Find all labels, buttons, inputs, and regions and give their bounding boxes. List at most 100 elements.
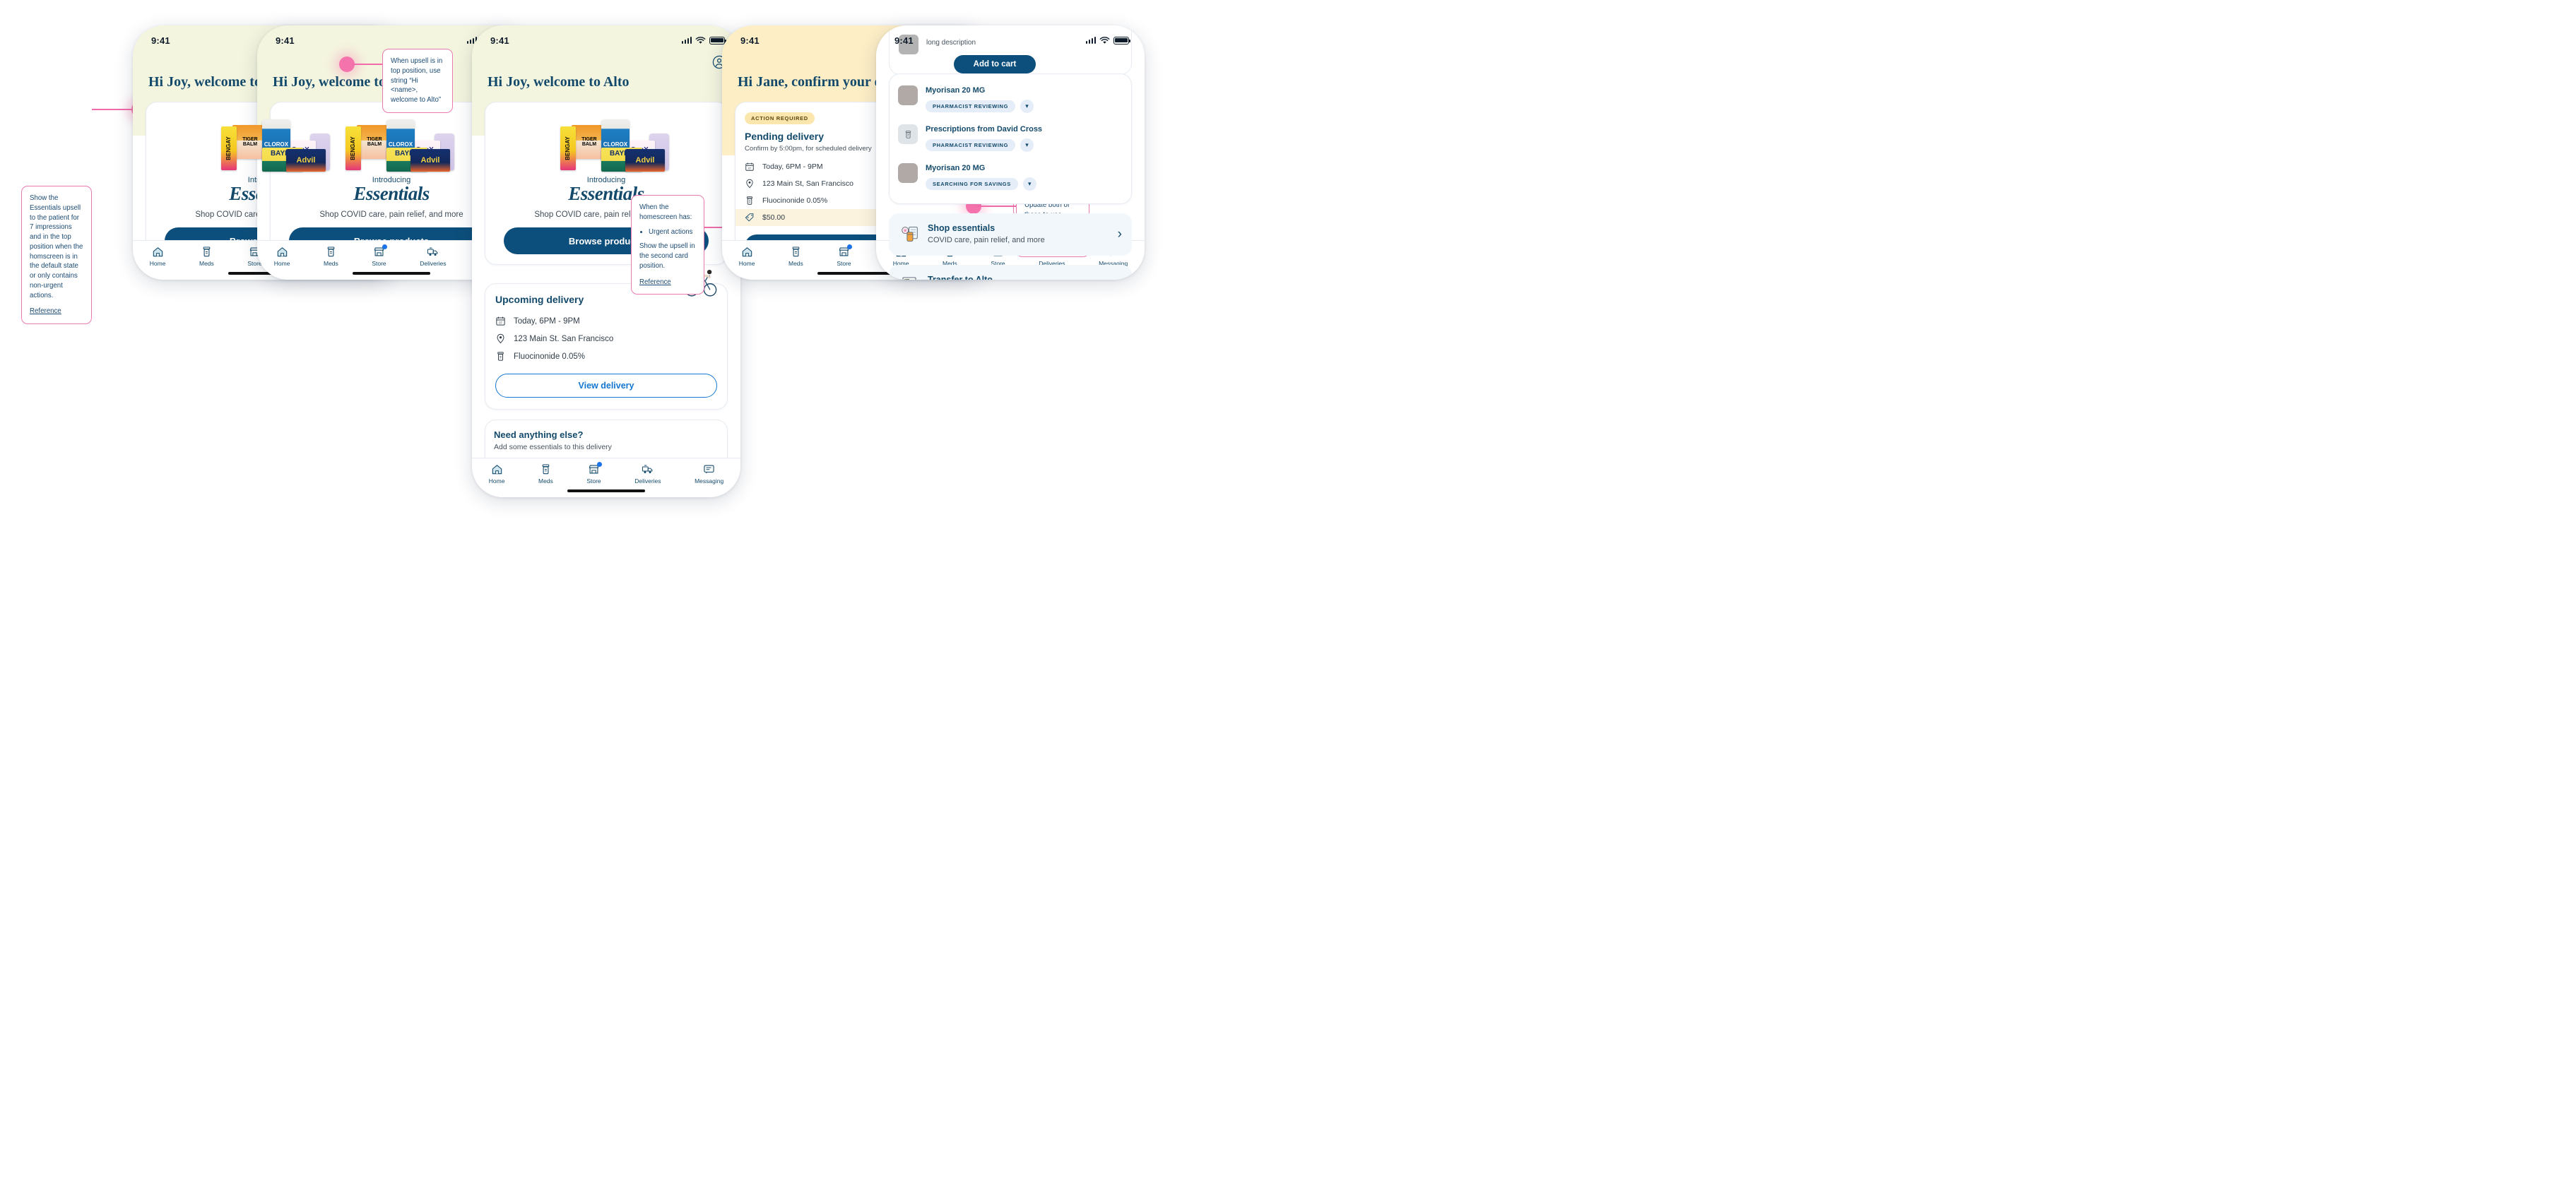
action-required-badge: ACTION REQUIRED: [745, 112, 815, 125]
nav-tab-deliveries-label: Deliveries: [634, 477, 661, 485]
product-advil: Advil: [286, 149, 326, 172]
annotation-3-body: Show the upsell in the second card posit…: [639, 242, 695, 270]
product-advil: Advil: [625, 149, 665, 172]
med-status-row[interactable]: Prescriptions from David Cross PHARMACIS…: [898, 119, 1123, 158]
home-icon: [153, 247, 163, 257]
view-delivery-button[interactable]: View delivery: [495, 374, 717, 398]
chevron-right-icon: ›: [1115, 279, 1122, 280]
store-notification-badge: [596, 462, 602, 467]
product-bengay: BENGAY: [345, 126, 361, 171]
nav-tab-meds[interactable]: Meds: [538, 463, 553, 485]
annotation-1-text: Show the Essentials upsell to the patien…: [30, 194, 83, 299]
store-notification-badge: [846, 244, 852, 249]
add-to-cart-button[interactable]: Add to cart: [954, 55, 1036, 73]
annotation-3-lead: When the homescreen has:: [639, 203, 692, 221]
nav-tab-deliveries[interactable]: Deliveries: [420, 246, 447, 267]
nav-tab-store-label: Store: [586, 477, 601, 485]
chevron-down-icon[interactable]: ▾: [1022, 177, 1036, 191]
delivery-time-value: Today, 6PM - 9PM: [514, 316, 580, 326]
svg-text:07: 07: [499, 321, 502, 325]
med-name: Myorisan 20 MG: [926, 164, 986, 173]
store-notification-badge: [382, 244, 387, 249]
annotation-3-reference-link[interactable]: Reference: [639, 278, 671, 286]
nav-tab-store[interactable]: Store: [372, 244, 387, 267]
phone3-greeting: Hi Joy, welcome to Alto: [488, 74, 630, 90]
med-status-row[interactable]: Myorisan 20 MG SEARCHING FOR SAVINGS ▾: [898, 158, 1123, 196]
delivery-address-value: 123 Main St. San Francisco: [514, 334, 614, 343]
nav-tab-home[interactable]: Home: [488, 463, 505, 485]
annotation-1-leader-line: [92, 109, 136, 110]
product-advil: Advil: [410, 149, 450, 172]
nav-tab-messaging[interactable]: Messaging: [695, 463, 723, 485]
delivery-price-value: $50.00: [762, 213, 786, 222]
phone5-status-bar: 9:41: [876, 25, 1145, 49]
home-icon: [742, 247, 752, 257]
pill-bottle-icon: [542, 464, 550, 475]
med-status-badge: SEARCHING FOR SAVINGS: [926, 178, 1018, 191]
delivery-time-value: Today, 6PM - 9PM: [762, 162, 823, 172]
nav-tab-home[interactable]: Home: [274, 246, 290, 267]
chevron-down-icon[interactable]: ▾: [1020, 100, 1034, 114]
transfer-to-alto-row[interactable]: Transfer to Alto Transfer from another p…: [889, 264, 1132, 280]
pill-bottle-icon: [898, 124, 918, 145]
med-status-row[interactable]: Myorisan 20 MG PHARMACIST REVIEWING ▾: [898, 80, 1123, 119]
delivery-truck-icon: [427, 247, 438, 256]
battery-icon: [1113, 36, 1131, 44]
pill-bottle-icon: [747, 196, 752, 206]
med-name: Myorisan 20 MG: [926, 86, 986, 95]
nav-tab-deliveries-label: Deliveries: [420, 260, 447, 267]
annotation-urgent-actions: When the homescreen has: Urgent actions …: [631, 195, 704, 295]
nav-tab-meds-label: Meds: [538, 477, 553, 485]
product-bengay: BENGAY: [560, 126, 576, 171]
annotation-2-leader-line: [352, 64, 383, 65]
nav-tab-meds[interactable]: Meds: [788, 246, 803, 267]
annotation-upsell-string: When upsell is in top position, use stri…: [382, 49, 453, 113]
calendar-icon: 07: [496, 317, 505, 326]
nav-tab-store[interactable]: Store: [586, 462, 602, 485]
delivery-address-value: 123 Main St, San Francisco: [762, 179, 853, 189]
nav-tab-home-label: Home: [149, 260, 166, 267]
cellular-signal-icon: [681, 37, 692, 44]
delivery-medication-value: Fluocinonide 0.05%: [514, 352, 586, 361]
nav-tab-home[interactable]: Home: [149, 246, 166, 267]
add-essentials-title: Need anything else?: [494, 429, 584, 441]
wifi-icon: [1099, 36, 1110, 44]
nav-tab-deliveries[interactable]: Deliveries: [634, 463, 661, 485]
phone5-body: Myorisan 20 MG PHARMACIST REVIEWING ▾ Pr…: [876, 73, 1145, 280]
nav-tab-home[interactable]: Home: [739, 246, 755, 267]
nav-tab-home-label: Home: [738, 260, 755, 267]
pill-tablet-icon: [898, 85, 918, 105]
phone3-status-bar: 9:41: [472, 25, 740, 49]
nav-tab-home-label: Home: [488, 477, 505, 485]
delivery-medication-row: Fluocinonide 0.05%: [495, 347, 717, 365]
nav-tab-home-label: Home: [273, 260, 290, 267]
shop-essentials-row[interactable]: Shop essentials COVID care, pain relief,…: [889, 213, 1132, 256]
chevron-right-icon: ›: [1117, 227, 1122, 242]
phone3-avatar-row: [472, 49, 740, 69]
delivery-medication-value: Fluocinonide 0.05%: [762, 196, 828, 206]
nav-tab-meds-label: Meds: [788, 260, 803, 267]
upcoming-delivery-card[interactable]: Upcoming delivery 07 Today, 6PM - 9PM 12…: [485, 270, 728, 410]
annotation-1-reference-link[interactable]: Reference: [30, 307, 61, 315]
nav-tab-meds[interactable]: Meds: [324, 246, 338, 267]
home-icon: [492, 465, 502, 475]
nav-tab-store-label: Store: [372, 260, 386, 267]
chat-bubble-icon: [704, 465, 714, 474]
home-indicator: [567, 489, 645, 492]
chevron-down-icon[interactable]: ▾: [1020, 138, 1034, 153]
delivery-time-row: 07 Today, 6PM - 9PM: [495, 312, 717, 330]
add-essentials-subtitle: Add some essentials to this delivery: [494, 443, 612, 452]
medication-status-card: Myorisan 20 MG PHARMACIST REVIEWING ▾ Pr…: [889, 73, 1132, 205]
location-pin-icon: [746, 179, 753, 189]
upsell-subtitle: Shop COVID care, pain relief, and more: [319, 210, 463, 220]
nav-tab-meds[interactable]: Meds: [199, 246, 214, 267]
shop-essentials-title: Shop essentials: [928, 223, 995, 234]
phone-mockup-5: 9:41 long description Add to cart Myoris…: [876, 25, 1145, 280]
location-pin-icon: [497, 334, 504, 344]
calendar-icon: 07: [745, 162, 754, 172]
status-time: 9:41: [894, 35, 914, 46]
status-time: 9:41: [490, 35, 509, 46]
med-name: Prescriptions from David Cross: [926, 125, 1043, 134]
shop-essentials-subtitle: COVID care, pain relief, and more: [928, 235, 1045, 244]
nav-tab-store[interactable]: Store: [837, 244, 852, 267]
